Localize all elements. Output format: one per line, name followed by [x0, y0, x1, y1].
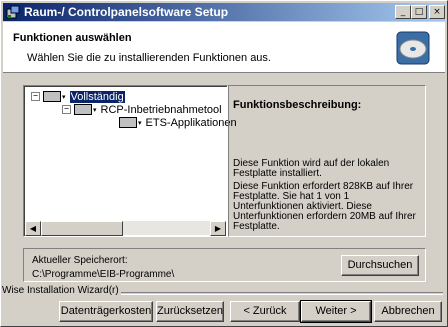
tree-item-label: ETS-Applikationen — [145, 116, 237, 129]
feature-tree[interactable]: − ▾ Vollständig − ▾ RCP-Inbetriebnahmeto… — [23, 85, 237, 237]
browse-button[interactable]: Durchsuchen — [341, 255, 419, 276]
dropdown-arrow-icon[interactable]: ▾ — [93, 106, 97, 114]
disk-cost-button[interactable]: Datenträgerkosten — [59, 301, 153, 322]
location-path: C:\Programme\EIB-Programme\ — [32, 269, 175, 280]
cancel-button[interactable]: Abbrechen — [374, 301, 442, 322]
setup-window: Raum-/ Controlpanelsoftware Setup _ □ × … — [0, 0, 448, 327]
close-button[interactable]: × — [429, 5, 445, 19]
scroll-right-button[interactable]: ▶ — [210, 221, 226, 236]
drive-icon — [43, 91, 61, 102]
tree-item-rcp[interactable]: − ▾ RCP-Inbetriebnahmetool — [62, 103, 222, 116]
tree-item-vollstaendig[interactable]: − ▾ Vollständig — [31, 90, 125, 103]
dropdown-arrow-icon[interactable]: ▾ — [138, 119, 142, 127]
reset-button[interactable]: Zurücksetzen — [156, 301, 224, 322]
collapse-icon[interactable]: − — [62, 105, 71, 114]
location-panel: Aktueller Speicherort: C:\Programme\EIB-… — [23, 248, 426, 282]
cd-icon — [396, 31, 430, 65]
tree-item-label: Vollständig — [69, 90, 125, 103]
header-subtitle: Wählen Sie die zu installierenden Funkti… — [27, 52, 271, 64]
header-title: Funktionen auswählen — [13, 32, 132, 44]
collapse-icon[interactable]: − — [31, 92, 40, 101]
brand-label: Wise Installation Wizard(r) — [2, 285, 121, 296]
back-button[interactable]: < Zurück — [230, 301, 300, 322]
drive-icon — [74, 104, 92, 115]
window-title: Raum-/ Controlpanelsoftware Setup — [24, 5, 229, 19]
setup-app-icon — [6, 5, 20, 19]
header-panel: Funktionen auswählen Wählen Sie die zu i… — [3, 22, 445, 73]
description-text-2: Diese Funktion erfordert 828KB auf Ihrer… — [233, 181, 416, 232]
dropdown-arrow-icon[interactable]: ▾ — [62, 93, 66, 101]
next-button[interactable]: Weiter > — [300, 300, 372, 323]
description-title: Funktionsbeschreibung: — [233, 99, 362, 111]
tree-item-label: RCP-Inbetriebnahmetool — [100, 103, 222, 116]
tree-item-ets[interactable]: ▾ ETS-Applikationen — [119, 116, 237, 129]
location-label: Aktueller Speicherort: — [32, 255, 128, 266]
scroll-thumb[interactable] — [41, 221, 123, 236]
scroll-left-button[interactable]: ◀ — [25, 221, 41, 236]
horizontal-scrollbar[interactable]: ◀ ▶ — [25, 221, 226, 236]
drive-icon — [119, 117, 137, 128]
description-panel: Funktionsbeschreibung: Diese Funktion wi… — [228, 85, 426, 237]
minimize-button[interactable]: _ — [395, 5, 411, 19]
maximize-button[interactable]: □ — [411, 5, 427, 19]
title-bar[interactable]: Raum-/ Controlpanelsoftware Setup _ □ × — [3, 3, 445, 21]
description-text-1: Diese Funktion wird auf der lokalen Fest… — [233, 158, 390, 179]
